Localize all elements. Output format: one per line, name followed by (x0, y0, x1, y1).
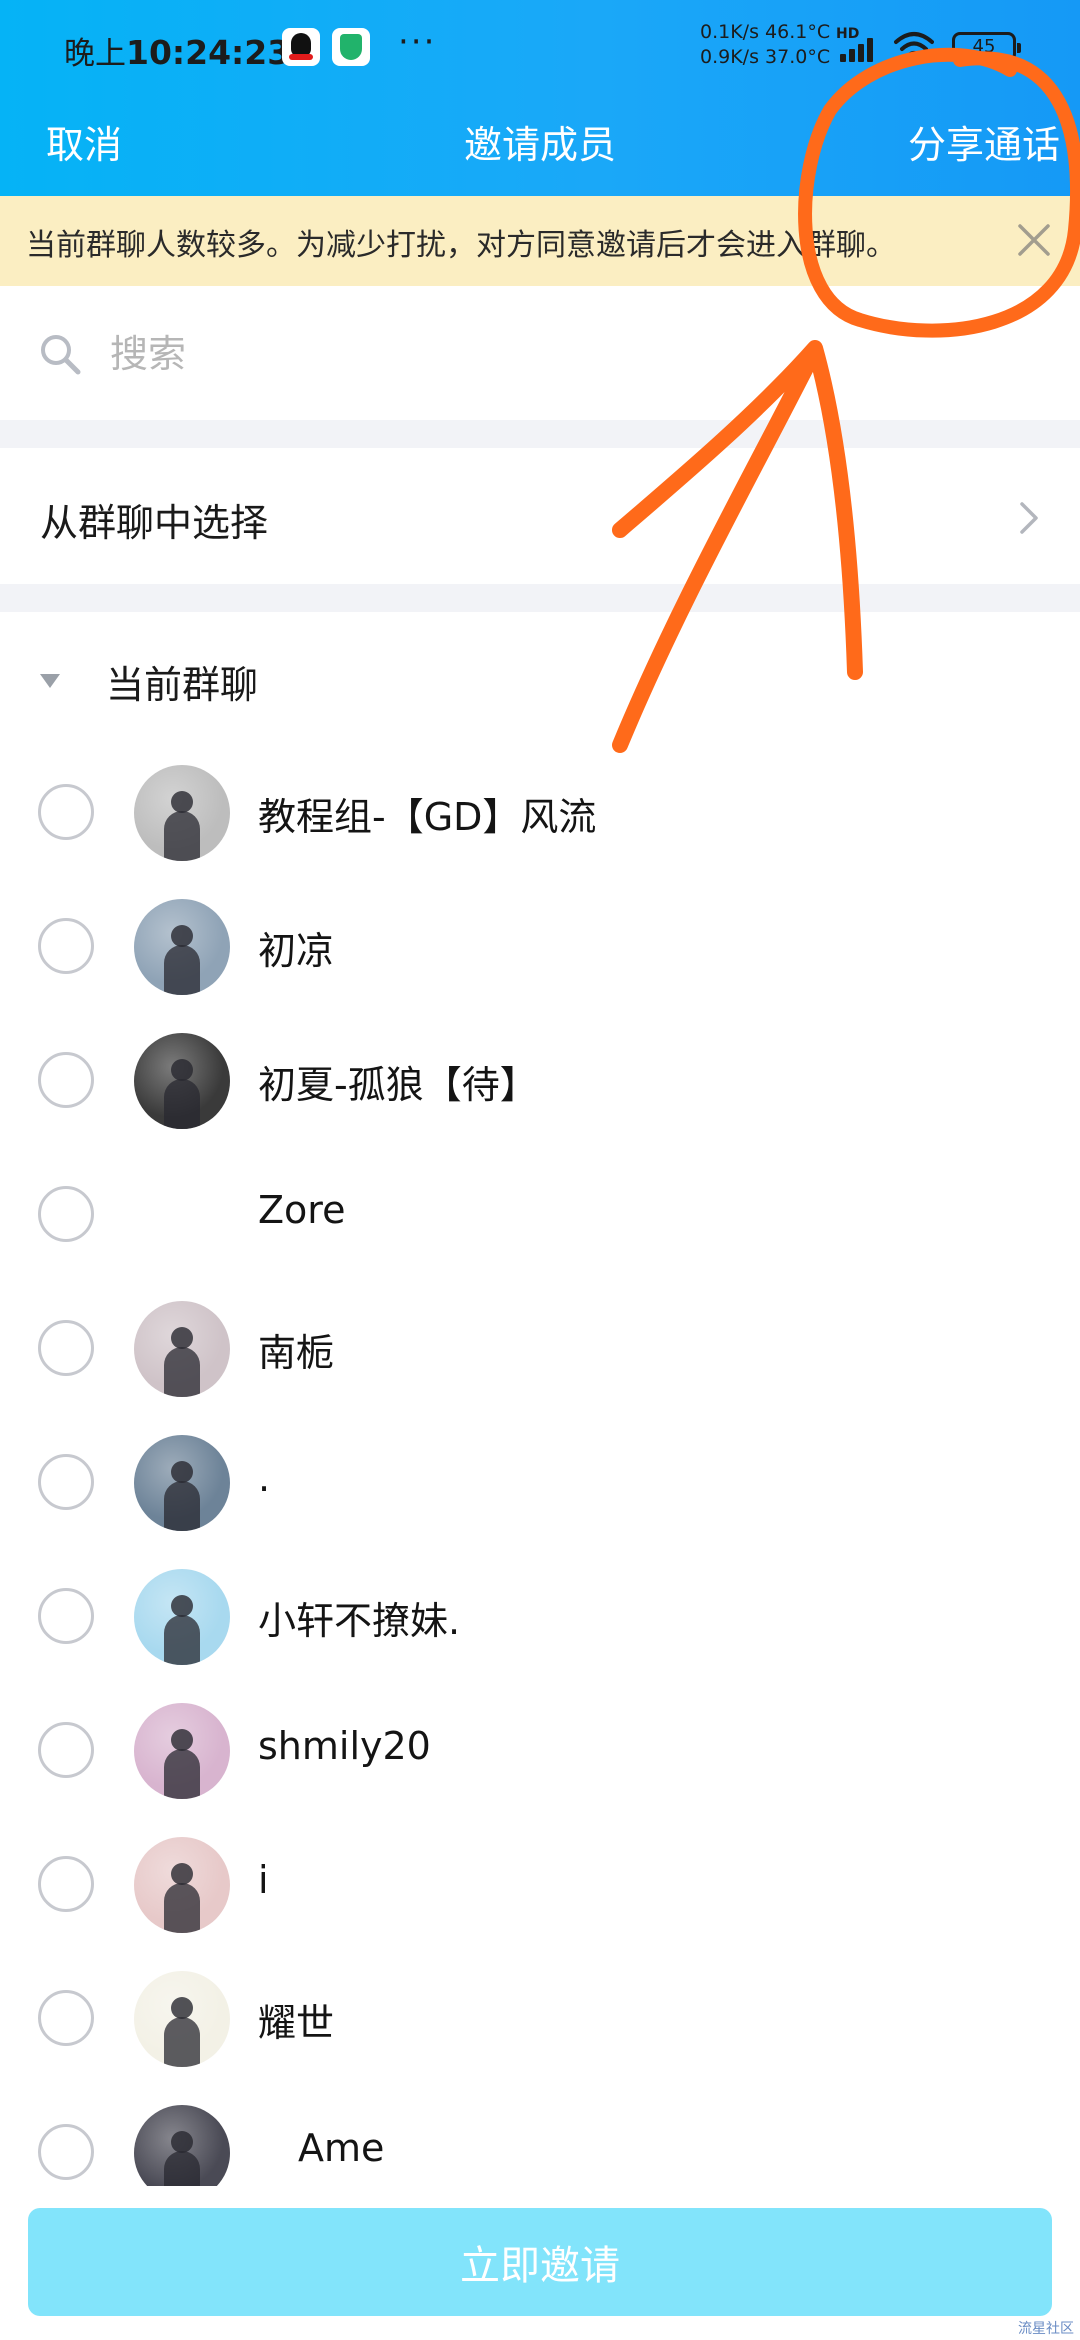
current-group-section-header[interactable]: 当前群聊 (0, 612, 1080, 746)
network-speed: 0.1K/s 46.1°C 0.9K/s 37.0°C (700, 20, 830, 70)
avatar (134, 1435, 230, 1531)
divider (0, 420, 1080, 448)
avatar (134, 1837, 230, 1933)
caret-down-icon (40, 674, 60, 688)
member-name: 小轩不撩妹. (258, 1599, 461, 1643)
notice-text: 当前群聊人数较多。为减少打扰，对方同意邀请后才会进入群聊。 (26, 228, 896, 263)
member-name: 教程组-【GD】风流 (258, 795, 597, 839)
avatar (134, 2105, 230, 2186)
chevron-right-icon (1020, 502, 1038, 534)
net-up: 0.1K/s 46.1°C (700, 21, 831, 43)
member-name: 南栀 (258, 1331, 335, 1375)
status-bar: 晚上10:24:23 ··· 0.1K/s 46.1°C 0.9K/s 37.0… (0, 0, 1080, 90)
member-name: shmily20 (258, 1724, 431, 1768)
search-bar (0, 286, 1080, 420)
select-radio[interactable] (38, 784, 94, 840)
select-radio[interactable] (38, 1990, 94, 2046)
member-row[interactable]: 教程组-【GD】风流 (0, 746, 1080, 880)
select-radio[interactable] (38, 1186, 94, 1242)
nav-bar: 取消 邀请成员 分享通话 (0, 90, 1080, 196)
member-row[interactable]: . (0, 1416, 1080, 1550)
member-row[interactable]: 南栀 (0, 1282, 1080, 1416)
avatar (134, 1971, 230, 2067)
notice-banner: 当前群聊人数较多。为减少打扰，对方同意邀请后才会进入群聊。 (0, 196, 1080, 286)
avatar (134, 765, 230, 861)
member-name: . (258, 1456, 271, 1500)
more-notifications-icon: ··· (398, 22, 437, 62)
member-row[interactable]: 初夏-孤狼【待】 (0, 1014, 1080, 1148)
member-name: 初凉 (258, 929, 335, 973)
wifi-icon (894, 32, 934, 64)
avatar (134, 1301, 230, 1397)
shield-icon (332, 28, 370, 66)
member-name: 耀世 (258, 2001, 335, 2045)
section-title: 当前群聊 (106, 663, 259, 707)
member-list: 教程组-【GD】风流 初凉初夏-孤狼【待】 Zore 南栀. 小轩不撩妹. shmily2… (0, 746, 1080, 2186)
select-radio[interactable] (38, 1454, 94, 1510)
status-time-value: 10:24:23 (126, 33, 291, 72)
select-radio[interactable] (38, 2124, 94, 2180)
search-icon (41, 335, 81, 375)
status-time-prefix: 晚上 (64, 36, 126, 72)
invite-now-button[interactable]: 立即邀请 (28, 2208, 1052, 2316)
header-area: 晚上10:24:23 ··· 0.1K/s 46.1°C 0.9K/s 37.0… (0, 0, 1080, 196)
share-call-button[interactable]: 分享通话 (908, 114, 1060, 169)
member-name: i (258, 1858, 269, 1902)
member-row[interactable]: 小轩不撩妹. (0, 1550, 1080, 1684)
qq-icon (282, 28, 320, 66)
select-radio[interactable] (38, 1588, 94, 1644)
avatar (134, 899, 230, 995)
search-input[interactable] (110, 326, 1010, 382)
member-name: 初夏-孤狼【待】 (258, 1063, 538, 1107)
select-from-group-label: 从群聊中选择 (40, 501, 269, 545)
member-row[interactable]: 初凉 (0, 880, 1080, 1014)
battery-icon: 45 (952, 32, 1021, 62)
watermark: 流星社区 (1018, 2321, 1074, 2337)
member-row[interactable]: Zore (0, 1148, 1080, 1282)
avatar (134, 1703, 230, 1799)
avatar (134, 1033, 230, 1129)
divider (0, 584, 1080, 612)
member-row[interactable]: i (0, 1818, 1080, 1952)
avatar (134, 1569, 230, 1665)
close-icon[interactable] (1008, 214, 1060, 266)
select-radio[interactable] (38, 1320, 94, 1376)
select-from-group-row[interactable]: 从群聊中选择 (0, 448, 1080, 584)
select-radio[interactable] (38, 1052, 94, 1108)
member-name: Zore (258, 1188, 346, 1232)
select-radio[interactable] (38, 1856, 94, 1912)
signal-icon (838, 34, 878, 62)
member-name: Ame (298, 2126, 385, 2170)
select-radio[interactable] (38, 918, 94, 974)
status-time: 晚上10:24:23 (64, 28, 290, 73)
member-row[interactable]: Ame (0, 2086, 1080, 2186)
member-row[interactable]: 耀世 (0, 1952, 1080, 2086)
cancel-button[interactable]: 取消 (46, 114, 122, 169)
select-radio[interactable] (38, 1722, 94, 1778)
bottom-bar: 立即邀请 流星社区 (0, 2186, 1080, 2340)
member-row[interactable]: shmily20 (0, 1684, 1080, 1818)
net-down: 0.9K/s 37.0°C (700, 46, 831, 68)
